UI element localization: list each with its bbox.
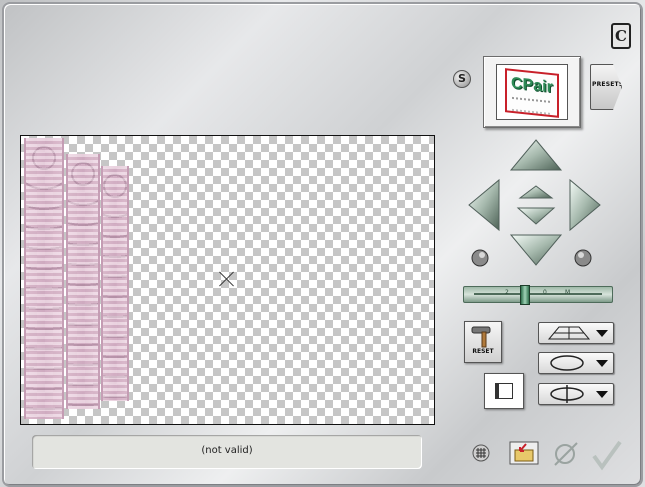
grid-icon[interactable] [472, 444, 490, 462]
preview-thumbnail-button[interactable]: CPair [483, 56, 581, 128]
rotate-left-knob-icon[interactable] [470, 248, 490, 268]
preview-canvas[interactable] [20, 135, 435, 425]
s-badge[interactable]: S [453, 70, 471, 88]
status-text: (not valid) [201, 445, 253, 456]
arrow-right-icon[interactable] [569, 178, 601, 232]
perspective-mode-dropdown[interactable] [538, 322, 614, 344]
presets-label: PRESETS [592, 81, 624, 88]
flip-icon [550, 385, 584, 403]
reset-button[interactable]: RESET [464, 321, 502, 363]
chevron-down-icon [596, 330, 608, 337]
ok-checkmark-icon[interactable] [590, 440, 624, 471]
folder-icon[interactable] [509, 441, 539, 465]
reset-label: RESET [472, 348, 494, 355]
slider-track [474, 293, 602, 295]
arrow-left-icon[interactable] [468, 178, 500, 232]
chevron-down-icon [596, 391, 608, 398]
status-bar: (not valid) [32, 435, 422, 469]
zoom-slider[interactable]: 2 0 M [463, 285, 613, 305]
rotate-right-knob-icon[interactable] [573, 248, 593, 268]
background-toggle-button[interactable] [484, 373, 524, 409]
slider-tick: 0 [543, 289, 547, 296]
pattern-panel-1 [24, 138, 64, 419]
background-toggle-icon [495, 383, 513, 399]
corner-logo: C [611, 23, 631, 49]
slider-tick: M [565, 289, 571, 296]
center-crosshair-icon[interactable] [217, 269, 237, 289]
pattern-panel-2 [66, 154, 100, 409]
center-up-icon[interactable] [518, 185, 554, 199]
perspective-grid-icon [547, 326, 591, 340]
arrow-up-icon[interactable] [509, 139, 563, 171]
rotation-circle-icon [550, 355, 584, 371]
cancel-icon[interactable] [550, 440, 580, 468]
slider-tick: 2 [505, 289, 509, 296]
pattern-panel-3 [101, 166, 129, 401]
preview-thumbnail: CPair [496, 64, 568, 120]
slider-thumb[interactable] [520, 285, 530, 305]
arrow-down-icon[interactable] [509, 234, 563, 266]
flip-mode-dropdown[interactable] [538, 383, 614, 405]
chevron-down-icon [596, 360, 608, 367]
thumbnail-lines [512, 96, 550, 115]
thumbnail-card: CPair [505, 68, 559, 118]
hammer-icon [471, 326, 491, 348]
rotation-mode-dropdown[interactable] [538, 352, 614, 374]
thumbnail-label: CPair [511, 74, 553, 97]
center-down-icon[interactable] [516, 207, 556, 225]
